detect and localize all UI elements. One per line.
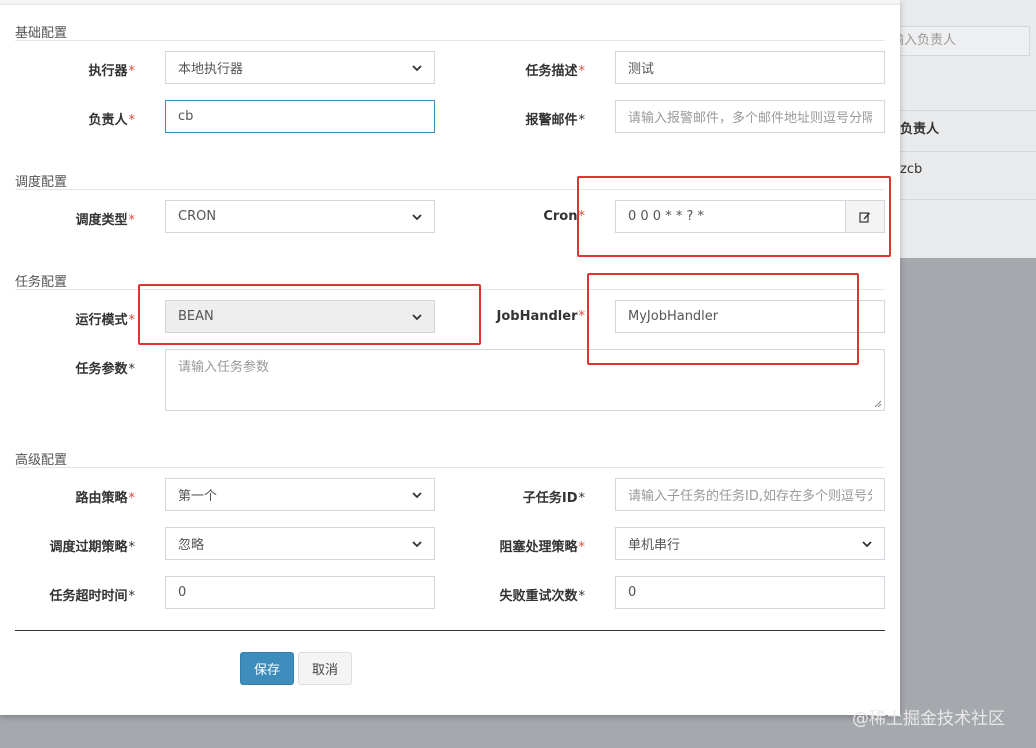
highlight-box-run-mode [138, 284, 481, 345]
misfire-strategy-label: 调度过期策略* [49, 540, 135, 555]
executor-label: 执行器* [88, 64, 135, 79]
child-job-id-input[interactable]: 请输入子任务的任务ID,如存在多个则逗号分隔 [615, 478, 885, 511]
task-desc-input[interactable]: 测试 [615, 51, 885, 84]
block-strategy-label: 阻塞处理策略* [499, 540, 585, 555]
edit-task-modal: 基础配置 执行器* 本地执行器 任务描述* 测试 负责人* cb 报警邮件* 请… [0, 0, 900, 715]
executor-select[interactable]: 本地执行器 [165, 51, 435, 84]
misfire-strategy-select[interactable]: 忽略 [165, 527, 435, 560]
background-cell-owner: zcb [900, 162, 923, 177]
section-task-title: 任务配置 [15, 275, 68, 290]
background-column-owner: 负责人 [900, 122, 940, 137]
save-button[interactable]: 保存 [240, 652, 294, 685]
chevron-down-icon [412, 491, 422, 498]
child-job-id-label: 子任务ID* [522, 491, 585, 506]
run-mode-label: 运行模式* [75, 313, 135, 328]
section-divider [15, 40, 885, 41]
cron-label: Cron* [543, 209, 585, 224]
background-divider [900, 199, 1036, 200]
fail-retry-input[interactable]: 0 [615, 576, 885, 609]
footer-divider [15, 630, 885, 631]
schedule-type-label: 调度类型* [75, 213, 135, 228]
highlight-box-job-handler [587, 273, 859, 365]
highlight-box-cron [577, 176, 891, 257]
chevron-down-icon [862, 540, 872, 547]
owner-input[interactable]: cb [165, 100, 435, 133]
watermark: @稀土掘金技术社区 [852, 709, 1005, 729]
schedule-type-select[interactable]: CRON [165, 200, 435, 233]
task-param-label: 任务参数* [75, 362, 135, 377]
resize-handle-icon[interactable] [874, 400, 882, 408]
timeout-label: 任务超时时间* [49, 589, 135, 604]
cancel-button[interactable]: 取消 [298, 652, 352, 685]
chevron-down-icon [412, 64, 422, 71]
owner-label: 负责人* [88, 113, 135, 128]
route-strategy-select[interactable]: 第一个 [165, 478, 435, 511]
block-strategy-select[interactable]: 单机串行 [615, 527, 885, 560]
alarm-email-input[interactable]: 请输入报警邮件，多个邮件地址则逗号分隔 [615, 100, 885, 133]
background-divider [900, 110, 1036, 111]
timeout-input[interactable]: 0 [165, 576, 435, 609]
section-basic-title: 基础配置 [15, 26, 68, 41]
task-desc-label: 任务描述* [525, 64, 585, 79]
background-divider [900, 151, 1036, 152]
fail-retry-label: 失败重试次数* [499, 589, 585, 604]
route-strategy-label: 路由策略* [75, 491, 135, 506]
section-schedule-title: 调度配置 [15, 175, 68, 190]
alarm-email-label: 报警邮件* [525, 113, 585, 128]
chevron-down-icon [412, 213, 422, 220]
section-advanced-title: 高级配置 [15, 453, 68, 468]
chevron-down-icon [412, 540, 422, 547]
section-divider [15, 467, 885, 468]
modal-top-edge [0, 0, 900, 5]
